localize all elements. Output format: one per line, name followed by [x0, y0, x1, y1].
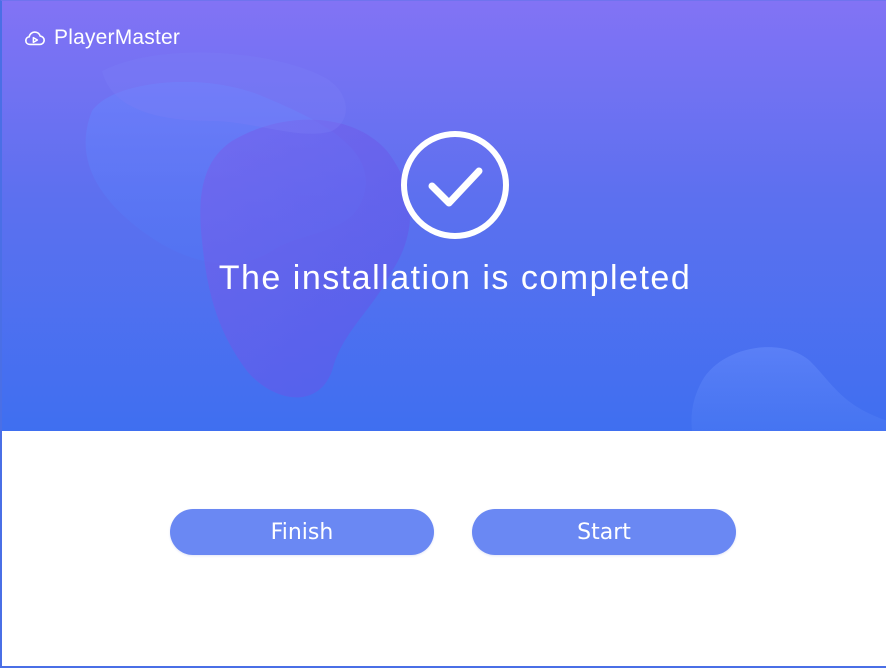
start-button[interactable]: Start	[472, 509, 736, 555]
header-banner: PlayerMaster The installation is complet…	[2, 1, 886, 431]
check-circle-icon	[401, 131, 509, 239]
completion-message: The installation is completed	[218, 259, 692, 297]
app-title: PlayerMaster	[54, 26, 181, 49]
cloud-play-icon	[25, 31, 45, 46]
installer-window: PlayerMaster The installation is complet…	[0, 0, 886, 668]
title-bar: PlayerMaster	[24, 25, 180, 51]
finish-button[interactable]: Finish	[170, 509, 434, 555]
